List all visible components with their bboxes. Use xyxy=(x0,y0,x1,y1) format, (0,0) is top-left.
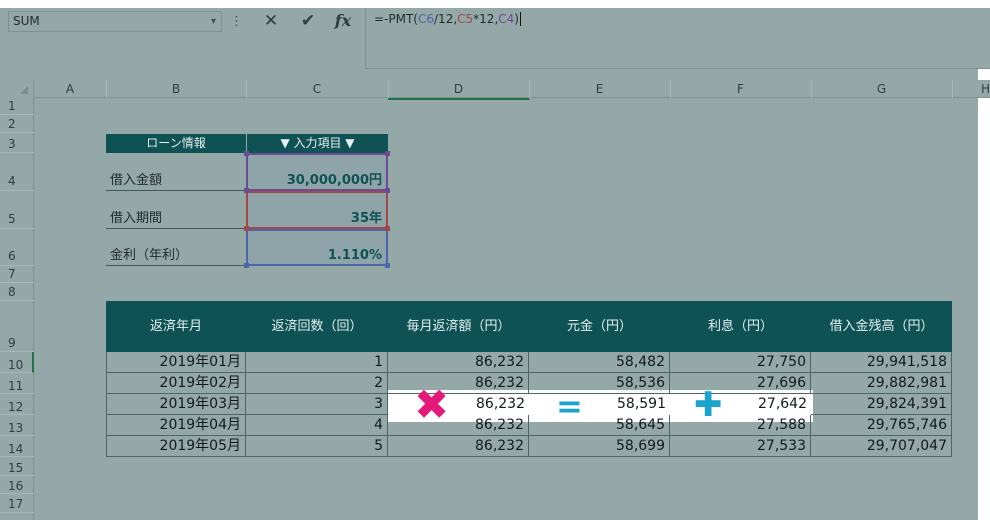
column-header-b[interactable]: B xyxy=(106,80,247,98)
cell-principal[interactable]: 58,645 xyxy=(529,415,670,436)
column-header-e[interactable]: E xyxy=(529,80,671,98)
th-monthly-payment[interactable]: 毎月返済額（円） xyxy=(388,301,530,352)
cell-principal[interactable]: 58,536 xyxy=(529,373,670,394)
cell-balance[interactable]: 29,765,746 xyxy=(811,415,952,436)
cell-principal[interactable]: 58,591 xyxy=(529,394,670,415)
row-header-15[interactable]: 15 xyxy=(0,457,34,476)
formula-input[interactable]: =-PMT(C6/12,C5*12,C4) xyxy=(365,8,990,69)
range-handle[interactable] xyxy=(244,188,249,193)
formula-ref-c6: C6 xyxy=(418,12,435,26)
formula-prefix: =-PMT( xyxy=(374,12,418,26)
cell-date[interactable]: 2019年03月 xyxy=(106,394,246,415)
cell-interest[interactable]: 27,642 xyxy=(670,394,811,415)
column-header-c[interactable]: C xyxy=(246,80,389,98)
loan-amount-label[interactable]: 借入金額 xyxy=(106,153,246,191)
cell-monthly[interactable]: 86,232 xyxy=(388,373,529,394)
column-headers: A B C D E F G H xyxy=(0,80,990,100)
cell-date[interactable]: 2019年04月 xyxy=(106,415,246,436)
range-handle[interactable] xyxy=(385,263,390,268)
name-box-value: SUM xyxy=(13,14,40,28)
cell-balance[interactable]: 29,824,391 xyxy=(811,394,952,415)
column-header-d[interactable]: D xyxy=(388,80,530,100)
th-balance[interactable]: 借入金残高（円） xyxy=(811,301,952,352)
loan-term-label[interactable]: 借入期間 xyxy=(106,191,246,229)
select-all-corner[interactable] xyxy=(0,80,34,98)
th-payment-date[interactable]: 返済年月 xyxy=(106,301,247,352)
range-handle[interactable] xyxy=(244,151,249,156)
cell-principal[interactable]: 58,482 xyxy=(529,352,670,373)
cell-interest[interactable]: 27,533 xyxy=(670,436,811,457)
row-header-3[interactable]: 3 xyxy=(0,133,34,153)
loan-amount-value[interactable]: 30,000,000円 xyxy=(246,153,388,191)
row-header-9[interactable]: 9 xyxy=(0,301,34,352)
times-icon: ✖ xyxy=(414,380,450,429)
cell-monthly[interactable]: 86,232 xyxy=(388,415,529,436)
row-header-1[interactable]: 1 xyxy=(0,98,34,115)
formula-mid1: /12, xyxy=(434,12,458,26)
plus-icon: ✚ xyxy=(694,385,723,425)
cell-balance[interactable]: 29,707,047 xyxy=(811,436,952,457)
row-header-5[interactable]: 5 xyxy=(0,191,34,229)
cancel-icon[interactable]: ✕ xyxy=(253,8,289,34)
column-header-h[interactable]: H xyxy=(952,80,990,98)
formula-ref-c4: C4 xyxy=(498,12,515,26)
range-handle[interactable] xyxy=(244,226,249,231)
range-handle[interactable] xyxy=(244,263,249,268)
cell-interest[interactable]: 27,588 xyxy=(670,415,811,436)
range-handle[interactable] xyxy=(385,226,390,231)
cell-balance[interactable]: 29,882,981 xyxy=(811,373,952,394)
th-interest[interactable]: 利息（円） xyxy=(670,301,812,352)
cell-principal[interactable]: 58,699 xyxy=(529,436,670,457)
formula-ref-c5: C5 xyxy=(457,12,474,26)
cell-count[interactable]: 5 xyxy=(246,436,388,457)
input-items-header[interactable]: ▼ 入力項目 ▼ xyxy=(246,134,388,153)
row-header-11[interactable]: 11 xyxy=(0,373,34,394)
th-payment-count[interactable]: 返済回数（回） xyxy=(246,301,389,352)
cell-count[interactable]: 3 xyxy=(246,394,388,415)
row-header-6[interactable]: 6 xyxy=(0,229,34,266)
range-handle[interactable] xyxy=(385,188,390,193)
cell-count[interactable]: 1 xyxy=(246,352,388,373)
cell-date[interactable]: 2019年01月 xyxy=(106,352,246,373)
cell-balance[interactable]: 29,941,518 xyxy=(811,352,952,373)
chevron-down-icon[interactable]: ▾ xyxy=(205,11,222,32)
row-header-8[interactable]: 8 xyxy=(0,283,34,301)
column-header-f[interactable]: F xyxy=(670,80,812,98)
row-header-2[interactable]: 2 xyxy=(0,115,34,133)
row-header-14[interactable]: 14 xyxy=(0,436,34,457)
cell-date[interactable]: 2019年02月 xyxy=(106,373,246,394)
row-header-17[interactable]: 17 xyxy=(0,494,34,513)
more-icon[interactable]: ⋮ xyxy=(230,11,243,32)
cell-count[interactable]: 4 xyxy=(246,415,388,436)
cell-monthly[interactable]: 86,232 xyxy=(388,352,529,373)
row-header-13[interactable]: 13 xyxy=(0,415,34,436)
row-header-16[interactable]: 16 xyxy=(0,476,34,494)
name-box[interactable]: SUM xyxy=(8,11,222,32)
select-all-triangle-icon xyxy=(20,86,28,94)
row-header-4[interactable]: 4 xyxy=(0,153,34,191)
row-header-12[interactable]: 12 xyxy=(0,394,34,415)
th-principal[interactable]: 元金（円） xyxy=(529,301,671,352)
cell-monthly[interactable]: 86,232 xyxy=(388,436,529,457)
range-handle[interactable] xyxy=(385,151,390,156)
row-header-7[interactable]: 7 xyxy=(0,266,34,283)
interest-rate-value[interactable]: 1.110% xyxy=(246,229,388,266)
cell-count[interactable]: 2 xyxy=(246,373,388,394)
equals-icon: = xyxy=(556,387,583,425)
cell-monthly[interactable]: 86,232 xyxy=(388,394,529,415)
cell-interest[interactable]: 27,696 xyxy=(670,373,811,394)
loan-term-value[interactable]: 35年 xyxy=(246,191,388,229)
row-header-10[interactable]: 10 xyxy=(0,352,34,373)
insert-function-button[interactable]: fx xyxy=(327,8,359,34)
column-header-g[interactable]: G xyxy=(811,80,953,98)
cell-interest[interactable]: 27,750 xyxy=(670,352,811,373)
interest-rate-label[interactable]: 金利（年利） xyxy=(106,229,246,266)
column-header-a[interactable]: A xyxy=(34,80,107,98)
checkmark-icon[interactable]: ✔ xyxy=(291,8,325,34)
formula-suffix: ) xyxy=(514,12,519,26)
loan-info-header[interactable]: ローン情報 xyxy=(106,134,246,153)
formula-mid2: *12, xyxy=(473,12,499,26)
text-cursor xyxy=(519,12,521,26)
cell-date[interactable]: 2019年05月 xyxy=(106,436,246,457)
